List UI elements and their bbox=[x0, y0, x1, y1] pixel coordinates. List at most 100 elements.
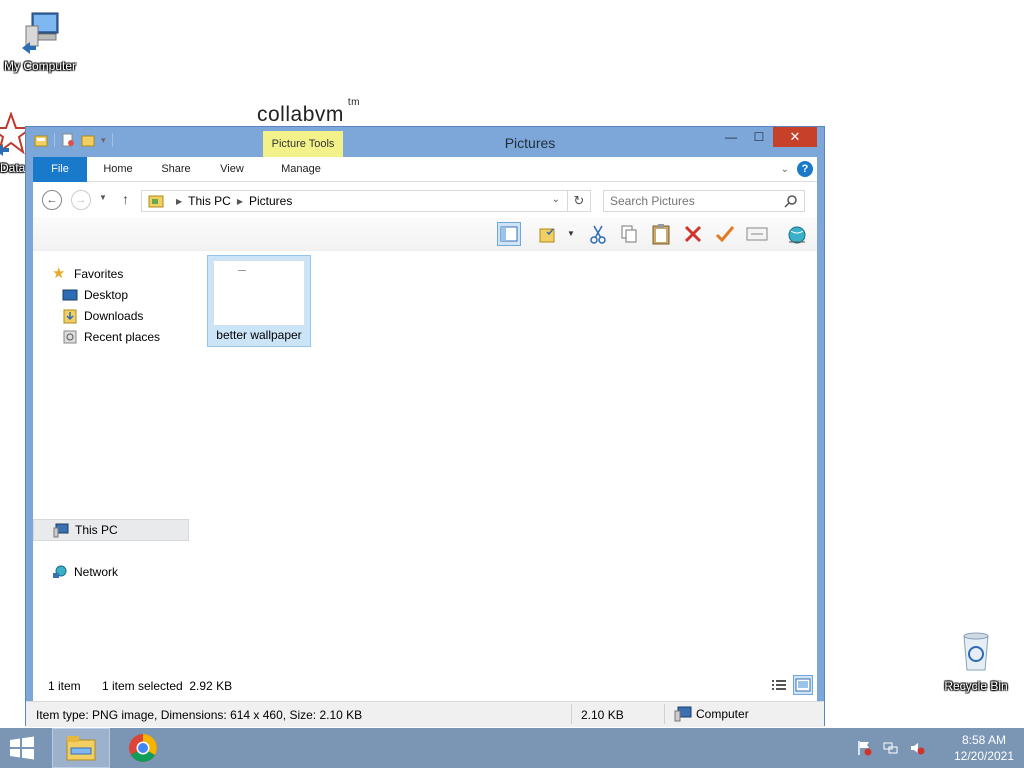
breadcrumb-pictures[interactable]: Pictures bbox=[249, 194, 292, 208]
taskbar-file-explorer[interactable] bbox=[52, 728, 110, 768]
network-icon bbox=[53, 565, 67, 578]
forward-button[interactable]: → bbox=[71, 190, 91, 210]
window-title: Pictures bbox=[504, 135, 556, 151]
explorer-window: ▾ Picture Tools Pictures — ☐ ✕ File Home… bbox=[25, 126, 825, 727]
back-button[interactable]: ← bbox=[42, 190, 62, 210]
breadcrumb-separator[interactable]: ▶ bbox=[176, 197, 182, 206]
preview-pane-icon bbox=[500, 226, 518, 242]
desktop-icon-my-computer[interactable]: My Computer bbox=[0, 10, 80, 73]
copy-icon bbox=[621, 225, 637, 243]
maximize-button[interactable]: ☐ bbox=[746, 127, 772, 147]
nav-favorites-label: Favorites bbox=[74, 267, 124, 281]
nav-desktop-label: Desktop bbox=[84, 288, 129, 302]
tab-file[interactable]: File bbox=[33, 157, 87, 182]
tab-home[interactable]: Home bbox=[93, 157, 143, 182]
volume-muted-icon[interactable] bbox=[909, 740, 925, 756]
desktop-icon-recycle-bin[interactable]: Recycle Bin bbox=[936, 630, 1016, 693]
computer-icon bbox=[22, 12, 59, 54]
system-tray: 8:58 AM 12/20/2021 bbox=[852, 728, 1024, 768]
window-body: File Home Share View Manage ⌄ ? ← → ▼ ↑ … bbox=[26, 157, 824, 727]
folder-icon bbox=[148, 195, 164, 208]
nav-recent-places-label: Recent places bbox=[84, 330, 161, 344]
search-icon[interactable] bbox=[784, 194, 798, 208]
details-location: Computer bbox=[674, 706, 749, 722]
expand-ribbon-icon[interactable]: ⌄ bbox=[781, 164, 789, 175]
up-button[interactable]: ↑ bbox=[122, 191, 129, 207]
file-thumbnail bbox=[213, 260, 305, 326]
nav-desktop[interactable]: Desktop bbox=[33, 284, 189, 306]
taskbar-chrome[interactable] bbox=[114, 728, 172, 768]
divider bbox=[571, 704, 572, 724]
file-name: better wallpaper bbox=[216, 328, 302, 342]
recent-places-icon bbox=[63, 330, 77, 344]
paste-button[interactable] bbox=[649, 222, 673, 246]
folder-check-icon bbox=[539, 228, 555, 243]
ribbon-tabs: File Home Share View Manage ⌄ ? bbox=[33, 157, 817, 182]
breadcrumb-this-pc[interactable]: This PC bbox=[188, 194, 231, 208]
details-view-button[interactable] bbox=[769, 675, 789, 695]
details-location-label: Computer bbox=[696, 707, 749, 721]
clock-date: 12/20/2021 bbox=[953, 749, 1015, 763]
windows-logo-icon bbox=[10, 736, 34, 760]
clock-time: 8:58 AM bbox=[961, 733, 1007, 747]
properties-button[interactable] bbox=[745, 222, 769, 246]
nav-network[interactable]: Network bbox=[33, 561, 189, 583]
nav-downloads[interactable]: Downloads bbox=[33, 305, 189, 327]
address-bar[interactable]: ▶ This PC ▶ Pictures ⌄ bbox=[141, 190, 591, 212]
clipboard-icon bbox=[652, 224, 670, 245]
nav-this-pc[interactable]: This PC bbox=[33, 519, 189, 541]
rename-button[interactable] bbox=[713, 222, 737, 246]
start-button[interactable] bbox=[8, 736, 36, 760]
this-pc-icon bbox=[53, 523, 69, 538]
details-view-icon bbox=[772, 680, 786, 690]
downloads-icon bbox=[63, 309, 77, 324]
delete-button[interactable] bbox=[681, 222, 705, 246]
navigation-bar: ← → ▼ ↑ ▶ This PC ▶ Pictures ⌄ ↻ bbox=[33, 183, 817, 217]
status-bar: 1 item 1 item selected 2.92 KB bbox=[33, 669, 817, 699]
star-icon: ★ bbox=[52, 265, 66, 282]
recent-locations-icon[interactable]: ▼ bbox=[99, 193, 107, 202]
refresh-button[interactable]: ↻ bbox=[567, 190, 591, 212]
nav-this-pc-label: This PC bbox=[75, 523, 118, 537]
address-dropdown-icon[interactable]: ⌄ bbox=[552, 194, 560, 205]
minimize-button[interactable]: — bbox=[718, 127, 744, 147]
action-center-flag-icon[interactable] bbox=[857, 740, 873, 756]
cut-button[interactable] bbox=[586, 222, 610, 246]
nav-downloads-label: Downloads bbox=[84, 309, 144, 323]
ribbon-right-controls: ⌄ ? bbox=[781, 161, 813, 177]
network-button[interactable] bbox=[785, 222, 809, 246]
move-to-dropdown-icon[interactable]: ▼ bbox=[567, 229, 575, 238]
details-info: Item type: PNG image, Dimensions: 614 x … bbox=[36, 708, 363, 722]
help-icon[interactable]: ? bbox=[797, 161, 813, 177]
chrome-icon bbox=[129, 734, 157, 762]
status-item-count: 1 item bbox=[48, 679, 81, 693]
preview-pane-button[interactable] bbox=[497, 222, 521, 246]
tab-manage[interactable]: Manage bbox=[263, 157, 339, 182]
nav-favorites[interactable]: ★ Favorites bbox=[33, 263, 189, 285]
navigation-pane: ★ Favorites Desktop Downloads Recent pla… bbox=[33, 251, 189, 681]
move-to-button[interactable] bbox=[536, 222, 560, 246]
clock[interactable]: 8:58 AM 12/20/2021 bbox=[944, 732, 1024, 764]
globe-icon bbox=[788, 226, 806, 244]
search-box[interactable] bbox=[603, 190, 805, 212]
computer-icon bbox=[674, 706, 692, 722]
title-bar[interactable]: ▾ Picture Tools Pictures — ☐ ✕ bbox=[26, 127, 824, 157]
command-toolbar: ▼ bbox=[33, 217, 817, 251]
file-item[interactable]: better wallpaper bbox=[207, 255, 311, 347]
nav-recent-places[interactable]: Recent places bbox=[33, 326, 189, 348]
large-icons-view-button[interactable] bbox=[793, 675, 813, 695]
copy-button[interactable] bbox=[617, 222, 641, 246]
recycle-bin-icon bbox=[963, 632, 989, 671]
tab-share[interactable]: Share bbox=[151, 157, 201, 182]
breadcrumb-separator[interactable]: ▶ bbox=[237, 197, 243, 206]
properties-icon bbox=[746, 227, 768, 241]
tab-view[interactable]: View bbox=[207, 157, 257, 182]
search-input[interactable] bbox=[604, 194, 780, 208]
network-status-icon[interactable] bbox=[883, 740, 899, 756]
status-selection: 1 item selected 2.92 KB bbox=[102, 679, 233, 693]
brand-logo: collabvmtm bbox=[257, 97, 360, 126]
scissors-icon bbox=[590, 225, 606, 244]
close-button[interactable]: ✕ bbox=[773, 127, 817, 147]
desktop-icon-label: Recycle Bin bbox=[944, 679, 1008, 693]
file-list: better wallpaper bbox=[205, 251, 817, 681]
